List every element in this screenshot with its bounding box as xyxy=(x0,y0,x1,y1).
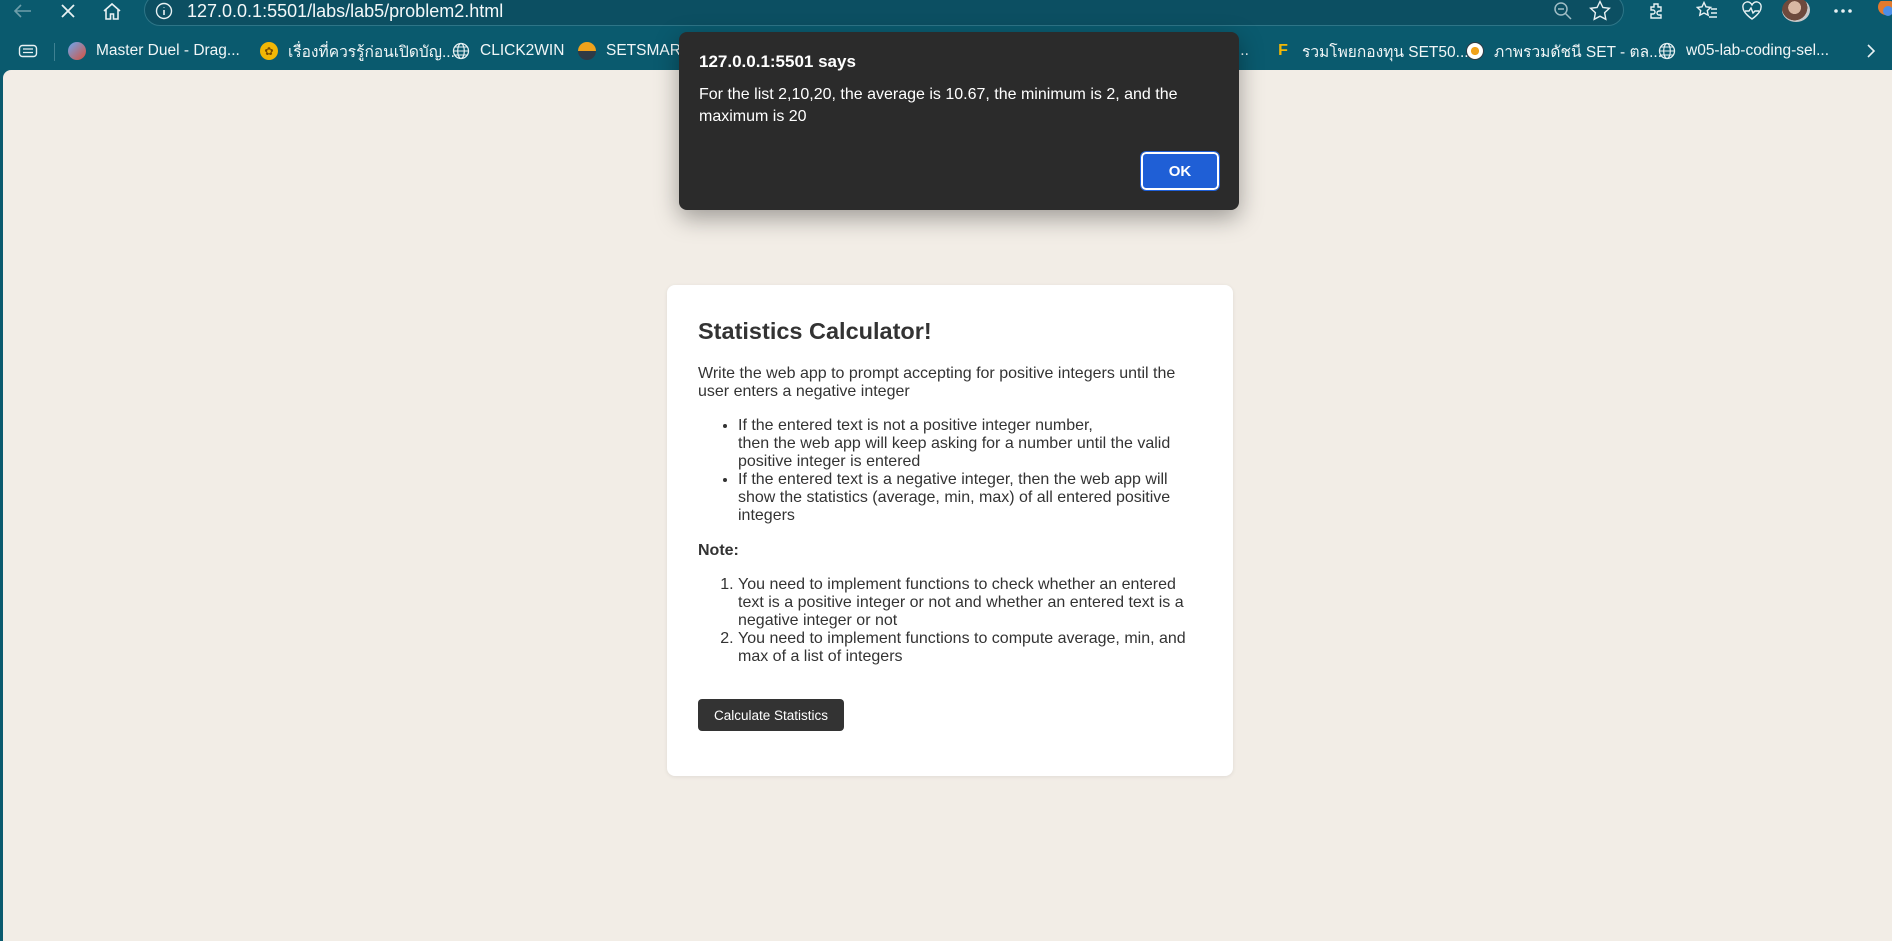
bookmark-label: Master Duel - Drag... xyxy=(96,42,240,59)
bank-favicon-icon: ✿ xyxy=(260,42,278,60)
site-info-icon[interactable] xyxy=(155,2,173,20)
bookmark-label: SETSMART xyxy=(606,42,691,59)
setsmart-favicon-icon xyxy=(578,42,596,60)
page-title: Statistics Calculator! xyxy=(698,318,932,344)
bookmark-setsmart[interactable]: SETSMART xyxy=(578,40,690,62)
bookmark-label: รวมโพยกองทุน SET50... xyxy=(1302,43,1469,61)
favorites-icon[interactable] xyxy=(1692,0,1722,22)
home-icon[interactable] xyxy=(95,0,129,22)
rules-list: If the entered text is not a positive in… xyxy=(698,417,1202,525)
more-menu-icon[interactable] xyxy=(1828,0,1858,22)
extensions-icon[interactable] xyxy=(1642,0,1672,22)
bookmark-label: เรื่องที่ควรรู้ก่อนเปิดบัญ... xyxy=(288,43,455,61)
browser-essentials-icon[interactable] xyxy=(1737,0,1767,22)
bookmark-master-duel[interactable]: Master Duel - Drag... xyxy=(68,40,240,62)
stop-loading-icon[interactable] xyxy=(51,0,85,22)
ok-button[interactable]: OK xyxy=(1140,151,1220,191)
dialog-message: For the list 2,10,20, the average is 10.… xyxy=(699,86,1178,125)
more-bookmarks-chevron-icon[interactable] xyxy=(1866,40,1876,62)
bookmark-click2win[interactable]: CLICK2WIN xyxy=(452,40,564,62)
rule-text: then the web app will keep asking for a … xyxy=(738,435,1171,470)
zoom-out-icon[interactable] xyxy=(1553,1,1573,26)
globe-icon xyxy=(1658,42,1676,60)
bookmarks-divider xyxy=(54,43,55,61)
finnomena-favicon-icon: F xyxy=(1278,42,1288,59)
bookmark-w05-lab[interactable]: w05-lab-coding-sel... xyxy=(1658,40,1829,62)
master-duel-favicon-icon xyxy=(68,42,86,60)
rule-text: If the entered text is not a positive in… xyxy=(738,417,1093,434)
set-favicon-icon xyxy=(1466,42,1484,60)
favorite-star-icon[interactable] xyxy=(1589,0,1611,26)
rule-text: If the entered text is a negative intege… xyxy=(738,471,1171,524)
bookmark-thai-article[interactable]: ✿ เรื่องที่ควรรู้ก่อนเปิดบัญ... xyxy=(260,40,455,62)
note-label: Note: xyxy=(698,542,739,559)
list-item: You need to implement functions to check… xyxy=(738,576,1202,630)
intro-text: Write the web app to prompt accepting fo… xyxy=(698,365,1176,400)
alert-dialog: 127.0.0.1:5501 says For the list 2,10,20… xyxy=(679,32,1239,210)
bookmark-label: ภาพรวมดัชนี SET - ตล... xyxy=(1494,43,1662,61)
list-item: If the entered text is a negative intege… xyxy=(738,471,1202,525)
copilot-icon[interactable] xyxy=(1872,0,1892,22)
bookmark-label: w05-lab-coding-sel... xyxy=(1686,42,1830,59)
bookmark-set50-funds[interactable]: F รวมโพยกองทุน SET50... xyxy=(1274,40,1469,62)
bookmark-label: CLICK2WIN xyxy=(480,42,565,59)
profile-avatar[interactable] xyxy=(1782,0,1810,22)
list-item: You need to implement functions to compu… xyxy=(738,630,1202,666)
back-arrow-icon[interactable] xyxy=(6,0,40,22)
browser-toolbar: 127.0.0.1:5501/labs/lab5/problem2.html xyxy=(0,0,1892,26)
globe-icon xyxy=(452,42,470,60)
notes-list: You need to implement functions to check… xyxy=(698,576,1202,666)
url-text[interactable]: 127.0.0.1:5501/labs/lab5/problem2.html xyxy=(187,1,503,22)
bookmark-set-index[interactable]: ภาพรวมดัชนี SET - ตล... xyxy=(1466,40,1662,62)
list-item: If the entered text is not a positive in… xyxy=(738,417,1202,471)
dialog-title: 127.0.0.1:5501 says xyxy=(699,52,856,71)
calculate-statistics-button[interactable]: Calculate Statistics xyxy=(698,699,845,731)
address-bar[interactable]: 127.0.0.1:5501/labs/lab5/problem2.html xyxy=(144,0,1624,26)
tab-actions-icon[interactable] xyxy=(18,40,38,62)
statistics-card: Statistics Calculator! Write the web app… xyxy=(667,285,1233,776)
